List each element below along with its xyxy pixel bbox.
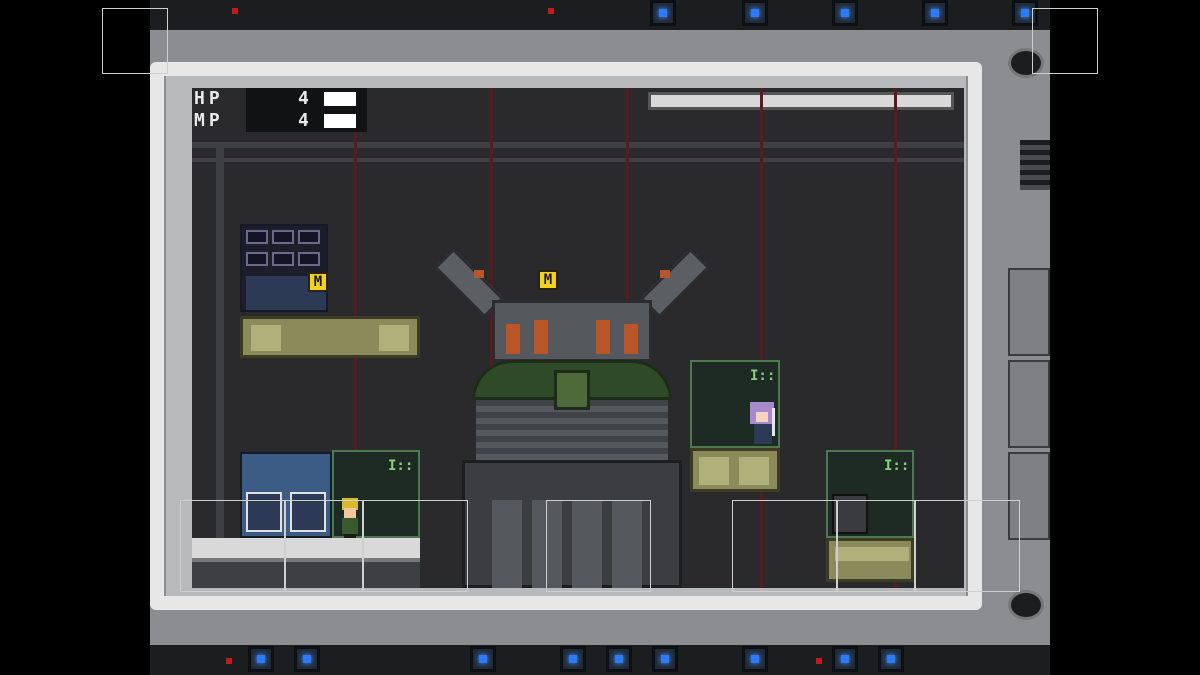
overlay-box-bottom[interactable] bbox=[915, 500, 1020, 592]
blue-indicator-light-icon bbox=[742, 646, 768, 672]
blue-indicator-light-icon bbox=[652, 646, 678, 672]
hp-bar bbox=[324, 92, 356, 106]
metal-platform bbox=[690, 448, 780, 492]
blue-indicator-light-icon bbox=[922, 0, 948, 26]
ceiling-rail bbox=[192, 142, 964, 148]
blue-indicator-light-icon bbox=[248, 646, 274, 672]
blue-indicator-light-icon bbox=[878, 646, 904, 672]
side-vent-panel bbox=[1008, 268, 1050, 356]
hud: HP 4 MP 4 bbox=[192, 88, 367, 132]
overlay-box-bottom[interactable] bbox=[732, 500, 837, 592]
enemy-character[interactable] bbox=[750, 402, 780, 446]
blue-indicator-light-icon bbox=[832, 646, 858, 672]
metal-platform bbox=[240, 316, 420, 358]
mp-label: MP bbox=[194, 110, 224, 131]
red-warning-light bbox=[232, 8, 238, 14]
red-warning-light bbox=[816, 658, 822, 664]
blue-indicator-light-icon bbox=[470, 646, 496, 672]
overlay-box-bottom[interactable] bbox=[180, 500, 285, 592]
blue-indicator-light-icon bbox=[650, 0, 676, 26]
blue-indicator-light-icon bbox=[742, 0, 768, 26]
side-grille bbox=[1020, 140, 1050, 190]
mp-value: 4 bbox=[298, 110, 309, 131]
memory-chip-icon[interactable]: M bbox=[308, 272, 328, 292]
side-vent-panel bbox=[1008, 360, 1050, 448]
ceiling-light-tube bbox=[648, 92, 954, 110]
gear-node-icon bbox=[1008, 590, 1044, 620]
hull-top-band bbox=[150, 0, 1050, 30]
red-warning-light bbox=[548, 8, 554, 14]
blue-indicator-light-icon bbox=[560, 646, 586, 672]
mp-bar bbox=[324, 114, 356, 128]
overlay-box-bottom[interactable] bbox=[546, 500, 651, 592]
hull-bottom-band bbox=[150, 640, 1050, 675]
hp-value: 4 bbox=[298, 88, 309, 109]
red-warning-light bbox=[226, 658, 232, 664]
overlay-box-bottom[interactable] bbox=[837, 500, 915, 592]
blue-indicator-light-icon bbox=[606, 646, 632, 672]
overlay-box-top-right[interactable] bbox=[1032, 8, 1098, 74]
blue-indicator-light-icon bbox=[832, 0, 858, 26]
overlay-box-top-left[interactable] bbox=[102, 8, 168, 74]
hp-label: HP bbox=[194, 88, 224, 109]
memory-chip-icon[interactable]: M bbox=[538, 270, 558, 290]
overlay-box-bottom[interactable] bbox=[363, 500, 468, 592]
ceiling-rail bbox=[192, 158, 964, 162]
boss-core bbox=[554, 370, 590, 410]
overlay-box-bottom[interactable] bbox=[285, 500, 363, 592]
computer-terminal bbox=[240, 224, 328, 312]
blue-indicator-light-icon bbox=[294, 646, 320, 672]
